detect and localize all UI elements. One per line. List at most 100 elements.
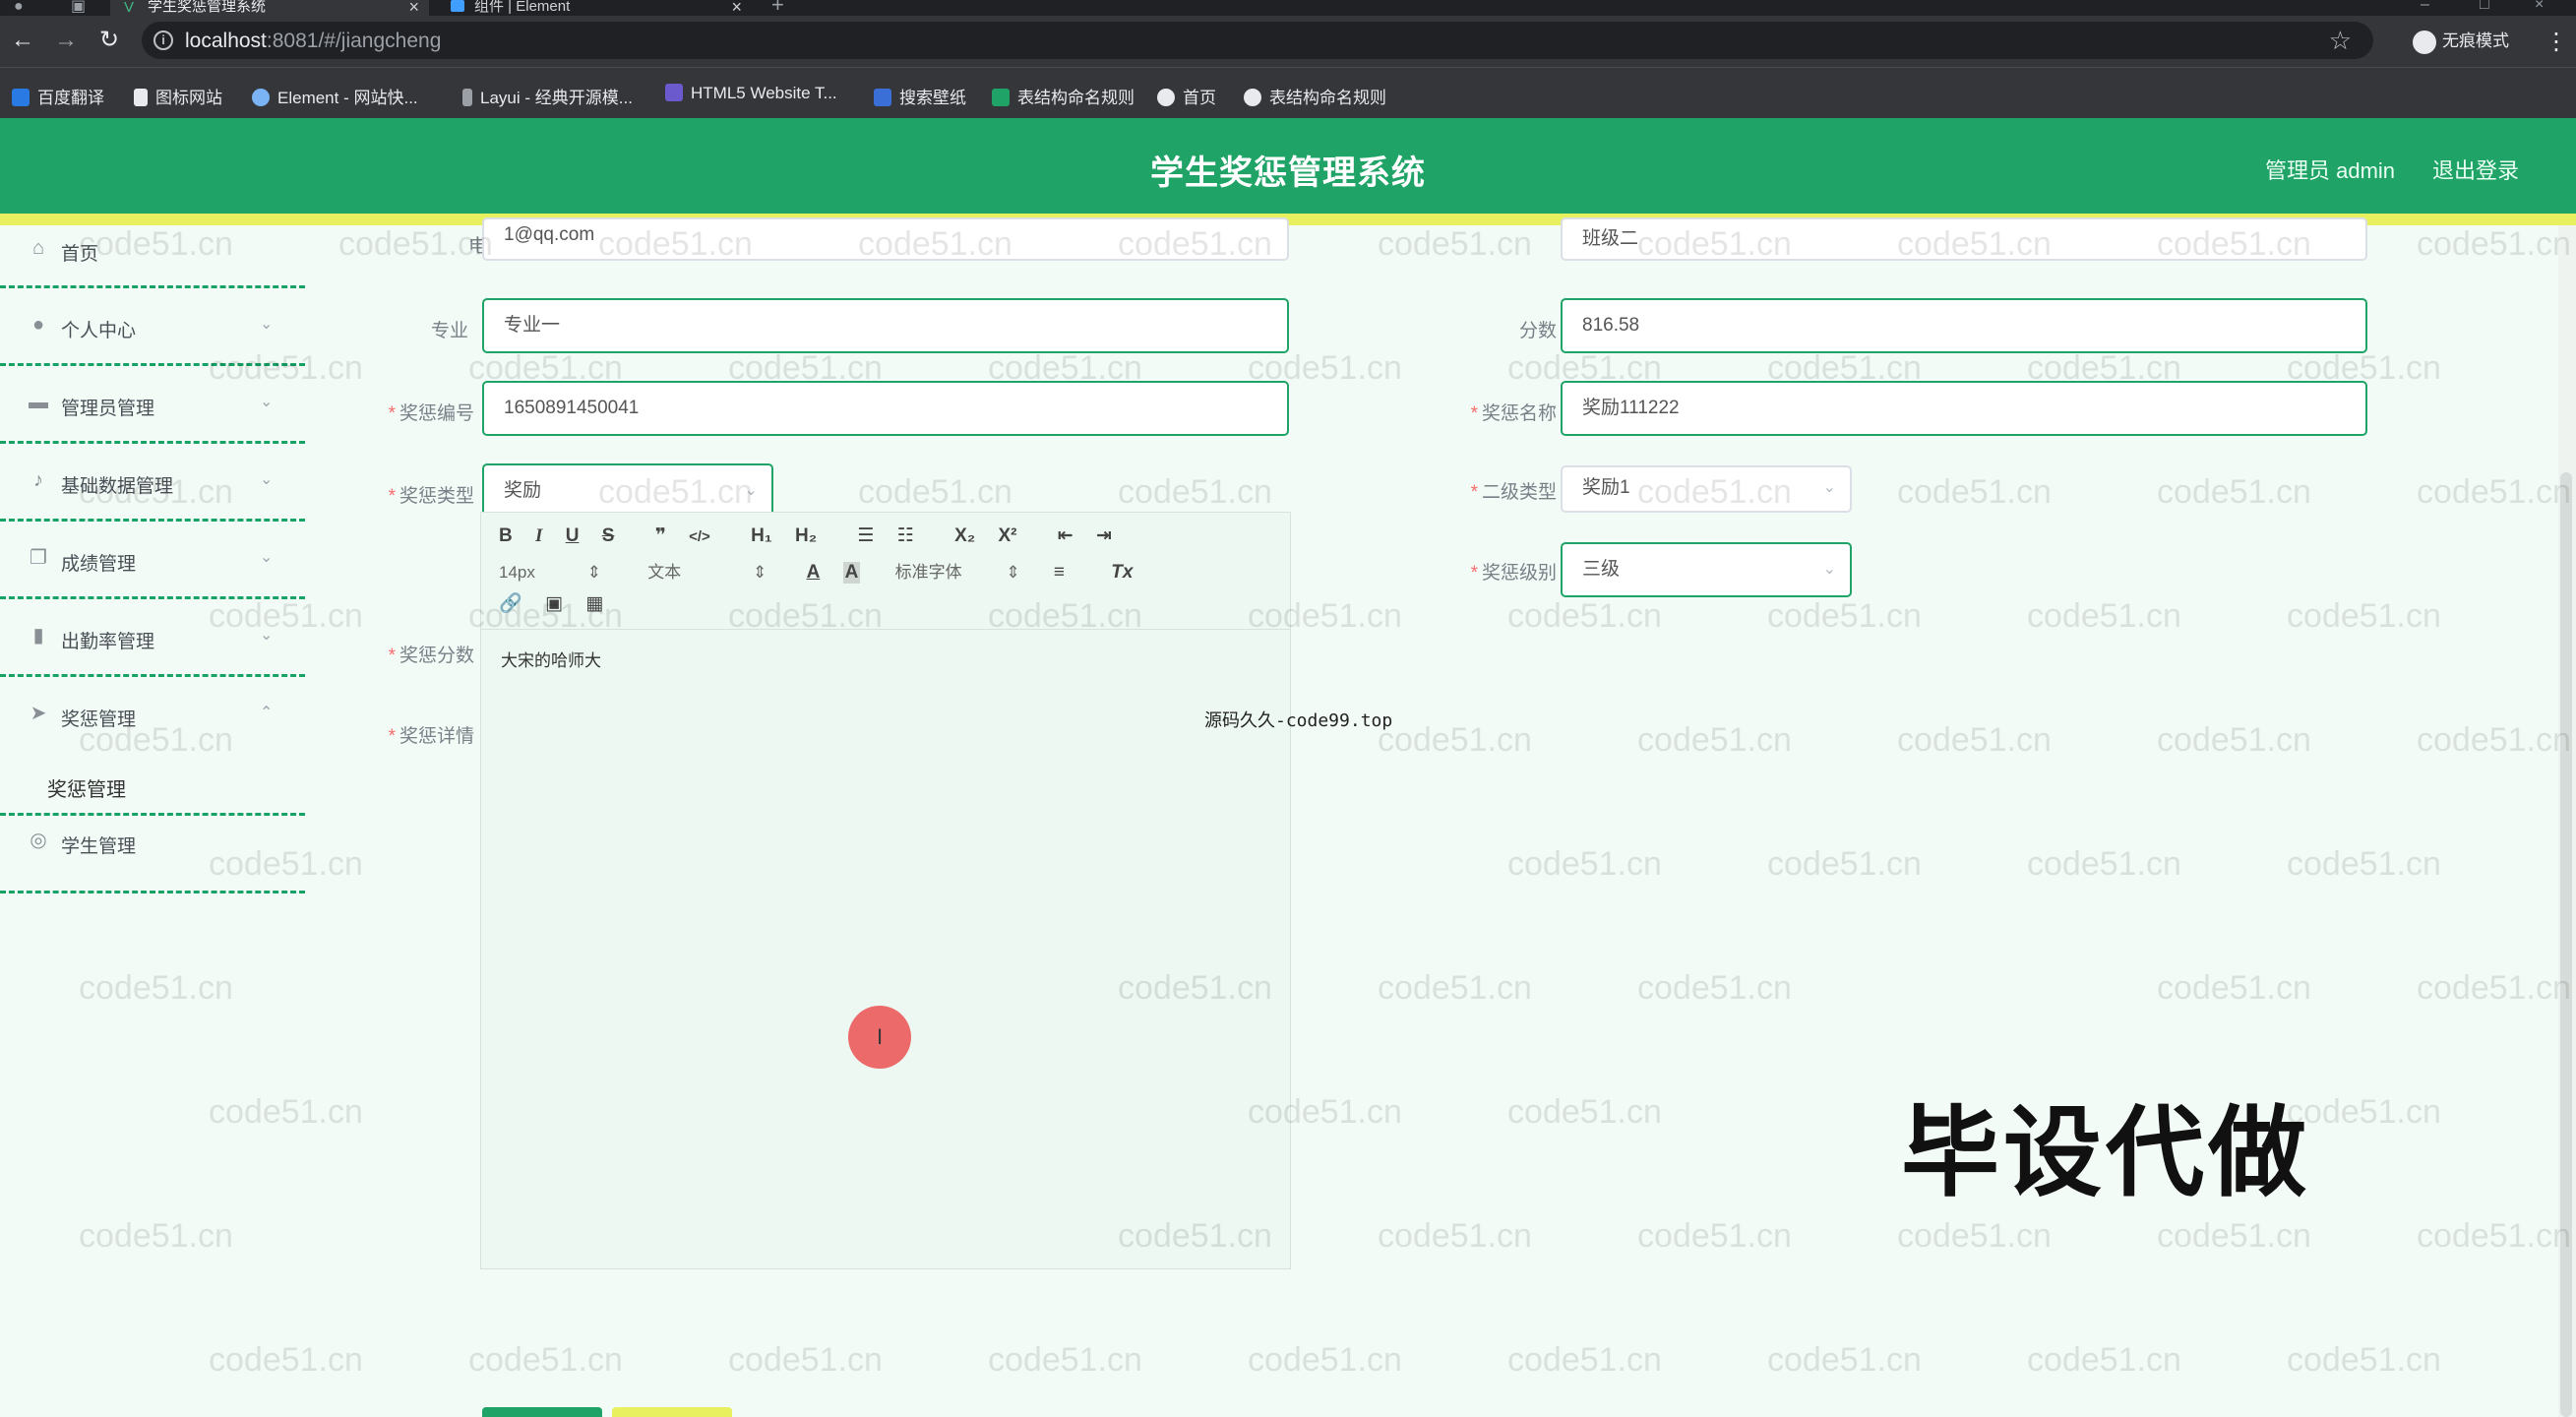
bullet-list-button[interactable]: ☷ <box>897 524 914 547</box>
bookmark-item[interactable]: 搜索壁纸 <box>874 84 966 108</box>
italic-button[interactable]: I <box>535 525 542 547</box>
submenu-rewards-manage[interactable]: 奖惩管理 <box>47 773 126 802</box>
bookmark-item[interactable]: HTML5 Website T... <box>665 84 837 103</box>
forward-icon[interactable]: → <box>53 28 79 53</box>
type-label: * 奖惩类型 <box>388 486 474 507</box>
submit-button[interactable] <box>482 1407 602 1417</box>
send-icon: ➤ <box>30 703 47 724</box>
sidebar-item-grades[interactable]: ❐ 成绩管理 ⌄ <box>0 522 305 599</box>
outdent-button[interactable]: ⇤ <box>1058 524 1073 547</box>
close-tab-icon[interactable]: × <box>408 0 419 16</box>
name-field[interactable]: 奖励111222 <box>1561 381 2367 436</box>
sidebar: ⌂ 首页 ● 个人中心 ⌄ ▬ 管理员管理 ⌄ ♪ 基础数据管理 ⌄ ❐ 成绩管… <box>0 225 307 1417</box>
sidebar-item-attendance[interactable]: ▮ 出勤率管理 ⌄ <box>0 599 305 677</box>
code-button[interactable]: </> <box>689 528 710 545</box>
bookmark-item[interactable]: 百度翻译 <box>12 84 104 108</box>
sidebar-item-basic-data[interactable]: ♪ 基础数据管理 ⌄ <box>0 444 305 522</box>
subscript-button[interactable]: X₂ <box>954 525 975 547</box>
bookmark-item[interactable]: 表结构命名规则 <box>1244 84 1386 108</box>
ordered-list-button[interactable]: ☰ <box>857 524 874 547</box>
sidebar-item-profile[interactable]: ● 个人中心 ⌄ <box>0 288 305 366</box>
browser-menu-icon[interactable]: ⋮ <box>2545 28 2568 56</box>
cancel-button[interactable] <box>612 1407 732 1417</box>
sidebar-item-home[interactable]: ⌂ 首页 <box>0 225 305 288</box>
updown-icon: ⇕ <box>586 563 601 582</box>
strike-button[interactable]: S <box>602 525 615 547</box>
major-field[interactable]: 专业一 <box>482 298 1289 353</box>
class-field[interactable]: 班级二 <box>1561 217 2367 261</box>
font-size-select[interactable]: 14px ⇕ <box>499 563 617 583</box>
bookmarks-bar: 百度翻译 图标网站 Element - 网站快... Layui - 经典开源模… <box>0 67 2576 118</box>
detail-label: * 奖惩详情 <box>388 726 474 747</box>
level-label: * 奖惩级别 <box>1470 563 1557 584</box>
blockquote-button[interactable]: ❞ <box>655 524 666 547</box>
bookmark-item[interactable]: 图标网站 <box>134 84 222 108</box>
bookmark-star-icon[interactable]: ☆ <box>2329 26 2352 56</box>
watermark-note: 源码久久-code99.top <box>1204 710 1393 731</box>
element-icon <box>451 0 464 12</box>
score-label: 分数 <box>1518 321 1557 341</box>
level-select[interactable]: 三级 ⌄ <box>1561 542 1852 597</box>
tab-search-icon[interactable]: ▣ <box>71 0 86 15</box>
bookmark-item[interactable]: 首页 <box>1157 84 1216 108</box>
html5-icon <box>665 84 683 101</box>
underline-button[interactable]: U <box>566 525 580 547</box>
scrollbar-thumb[interactable] <box>2560 472 2572 1417</box>
indent-button[interactable]: ⇥ <box>1096 524 1112 547</box>
chat-icon: ▬ <box>29 392 48 413</box>
type-select[interactable]: 奖励 ⌄ <box>482 463 773 519</box>
bookmark-item[interactable]: Layui - 经典开源模... <box>462 84 633 108</box>
font-color-button[interactable]: A <box>807 562 821 584</box>
background-color-button[interactable]: A <box>842 562 861 584</box>
reload-icon[interactable]: ↻ <box>96 28 122 53</box>
close-tab-icon[interactable]: × <box>731 0 742 16</box>
target-icon: ◎ <box>30 830 47 851</box>
tab-element[interactable]: 组件 | Element × <box>437 0 752 16</box>
sidebar-item-admins[interactable]: ▬ 管理员管理 ⌄ <box>0 366 305 444</box>
url-text[interactable]: localhost:8081/#/jiangcheng <box>185 30 441 53</box>
chevron-down-icon: ⌄ <box>260 549 274 566</box>
info-icon[interactable]: i <box>153 31 173 50</box>
current-user: 管理员 admin <box>2265 158 2396 183</box>
minimize-icon[interactable]: – <box>2421 0 2429 13</box>
email-field[interactable]: 1@qq.com <box>482 217 1289 261</box>
url-field[interactable]: i localhost:8081/#/jiangcheng ☆ <box>142 22 2373 59</box>
tab-active[interactable]: V 学生奖惩管理系统 × <box>110 0 429 16</box>
align-button[interactable]: ≡ <box>1054 562 1065 584</box>
element-icon <box>252 89 270 106</box>
rich-text-editor[interactable]: B I U S ❞ </> H₁ H₂ ☰ ☷ X₂ X² ⇤ ⇥ 14px ⇕… <box>480 512 1291 1269</box>
score-field[interactable]: 816.58 <box>1561 298 2367 353</box>
bookmark-item[interactable]: 表结构命名规则 <box>992 84 1135 108</box>
bookmark-item[interactable]: Element - 网站快... <box>252 84 418 108</box>
incognito-badge[interactable]: 无痕模式 <box>2407 26 2519 57</box>
h2-button[interactable]: H₂ <box>795 525 817 547</box>
font-family-select[interactable]: 标准字体 ⇕ <box>895 558 1033 583</box>
image-icon[interactable]: ▣ <box>545 592 563 615</box>
translate-icon <box>12 89 30 106</box>
new-tab-icon[interactable]: + <box>771 0 784 16</box>
layui-icon <box>462 89 472 106</box>
chevron-down-icon: ⌄ <box>1822 561 1836 578</box>
editor-content[interactable]: 大宋的哈师大 <box>501 647 601 671</box>
close-window-icon[interactable]: × <box>2535 0 2544 13</box>
h1-button[interactable]: H₁ <box>751 525 772 547</box>
maximize-icon[interactable]: □ <box>2480 0 2489 13</box>
chevron-down-icon: ⌄ <box>260 627 274 644</box>
superscript-button[interactable]: X² <box>998 525 1016 547</box>
video-icon[interactable]: ▦ <box>585 592 603 615</box>
link-icon[interactable]: 🔗 <box>499 591 522 615</box>
name-label: * 奖惩名称 <box>1470 403 1557 424</box>
back-icon[interactable]: ← <box>10 28 35 53</box>
bold-button[interactable]: B <box>499 525 513 547</box>
clear-format-button[interactable]: Tx <box>1111 562 1133 584</box>
sidebar-item-students[interactable]: ◎ 学生管理 <box>0 816 305 893</box>
subtype-select[interactable]: 奖励1 ⌄ <box>1561 465 1852 513</box>
logout-button[interactable]: 退出登录 <box>2432 154 2519 185</box>
incognito-icon <box>2413 30 2436 54</box>
globe-icon <box>1157 89 1175 106</box>
sidebar-item-rewards[interactable]: ➤ 奖惩管理 ⌃ 奖惩管理 <box>0 677 305 816</box>
code-field[interactable]: 1650891450041 <box>482 381 1289 436</box>
subtype-label: * 二级类型 <box>1470 482 1557 503</box>
block-type-select[interactable]: 文本 ⇕ <box>647 558 767 583</box>
text-cursor-icon: I <box>848 1006 911 1069</box>
